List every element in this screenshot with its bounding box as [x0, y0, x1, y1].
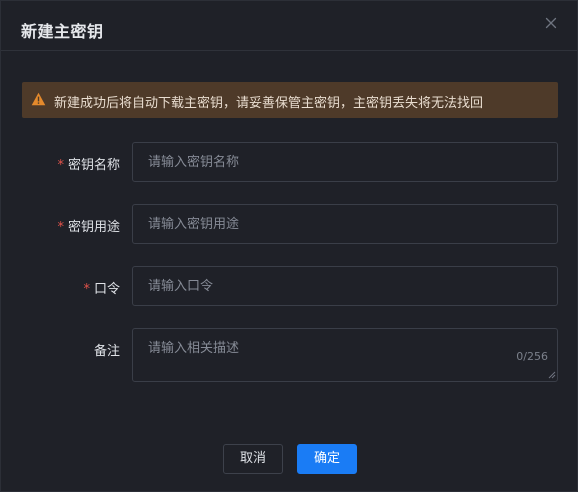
char-counter: 0/256 — [516, 350, 548, 363]
resize-grip-icon[interactable] — [548, 371, 556, 379]
key-usage-label-text: 密钥用途 — [67, 220, 120, 235]
passphrase-label: * 口令 — [83, 278, 120, 297]
key-name-input[interactable] — [132, 142, 558, 182]
passphrase-label-text: 口令 — [93, 282, 120, 297]
key-usage-input[interactable] — [132, 204, 558, 244]
key-name-label: * 密钥名称 — [57, 154, 120, 173]
required-mark: * — [83, 282, 90, 297]
remark-label: 备注 — [93, 344, 120, 359]
close-icon — [545, 17, 557, 29]
key-usage-label: * 密钥用途 — [57, 216, 120, 235]
warning-alert: 新建成功后将自动下载主密钥，请妥善保管主密钥，主密钥丢失将无法找回 — [22, 82, 558, 118]
key-name-label-text: 密钥名称 — [67, 158, 120, 173]
required-mark: * — [57, 220, 64, 235]
alert-text: 新建成功后将自动下载主密钥，请妥善保管主密钥，主密钥丢失将无法找回 — [54, 96, 484, 111]
confirm-button[interactable]: 确定 — [297, 444, 357, 474]
warning-icon — [31, 92, 46, 106]
cancel-button[interactable]: 取消 — [223, 444, 283, 474]
close-button[interactable] — [543, 15, 559, 31]
passphrase-input[interactable] — [132, 266, 558, 306]
remark-textarea[interactable] — [132, 328, 558, 382]
dialog-header: 新建主密钥 — [1, 1, 577, 51]
required-mark: * — [57, 158, 64, 173]
create-master-key-dialog: 新建主密钥 新建成功后将自动下载主密钥，请妥善保管主密钥，主密钥丢失将无法找回 … — [0, 0, 578, 492]
dialog-title: 新建主密钥 — [21, 22, 104, 41]
